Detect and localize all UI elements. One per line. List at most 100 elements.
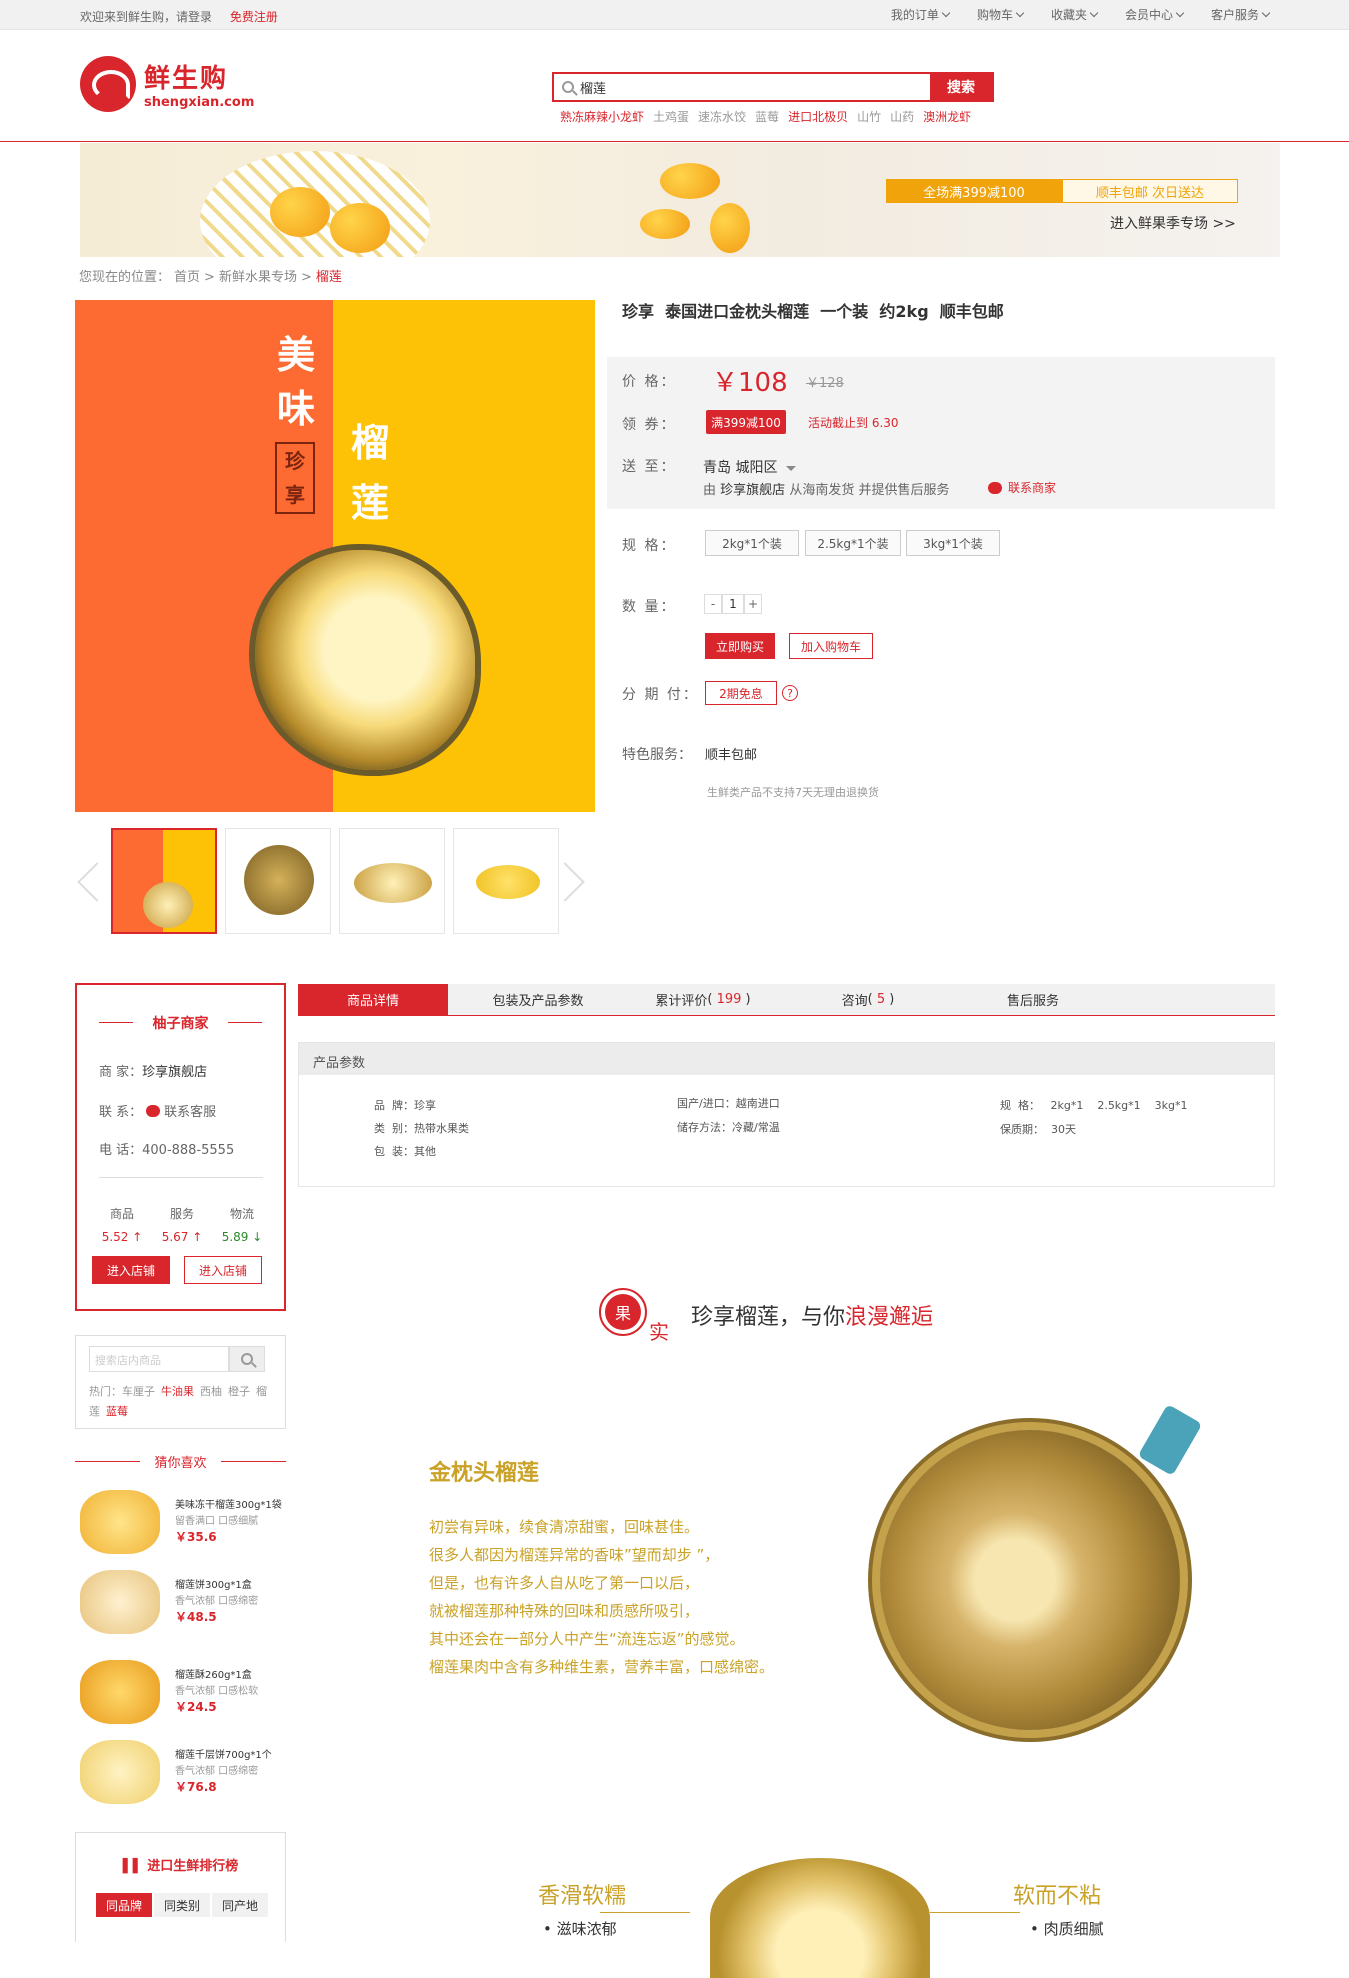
- site-logo[interactable]: 鲜生购 shengxian.com: [80, 56, 254, 112]
- chat-icon: [146, 1104, 161, 1117]
- hot-keyword[interactable]: 山药: [890, 108, 914, 125]
- store-search-input[interactable]: 搜索店内商品: [89, 1346, 229, 1372]
- increase-button[interactable]: +: [744, 594, 762, 614]
- coupon-badge[interactable]: 满399减100: [706, 410, 786, 434]
- add-to-cart-button[interactable]: 加入购物车: [789, 633, 873, 659]
- store-hot-keyword[interactable]: 西柚: [200, 1385, 222, 1398]
- breadcrumb-current: 榴莲: [315, 270, 342, 285]
- top-menu: 我的订单 购物车 收藏夹 会员中心 客户服务: [891, 6, 1271, 23]
- shop-contact-row[interactable]: 联 系： 联系客服: [99, 1101, 216, 1120]
- store-hot-keyword[interactable]: 车厘子: [122, 1385, 155, 1398]
- shop-title: 柚子商家: [77, 1013, 284, 1033]
- breadcrumb-label: 您现在的位置：: [79, 270, 171, 285]
- thumb-prev-arrow-icon[interactable]: [71, 850, 101, 910]
- hot-keyword[interactable]: 进口北极贝: [788, 108, 848, 125]
- banner-enter-link[interactable]: 进入鲜果季专场 >>: [1110, 213, 1236, 233]
- banner-shipping-tag: 顺丰包邮 次日送达: [1062, 179, 1238, 203]
- breadcrumb-home[interactable]: 首页: [174, 270, 200, 285]
- menu-my-orders[interactable]: 我的订单: [891, 6, 951, 23]
- promo-banner[interactable]: 全场满399减100 顺丰包邮 次日送达 进入鲜果季专场 >>: [80, 143, 1280, 257]
- menu-customer-service[interactable]: 客户服务: [1211, 6, 1271, 23]
- menu-member-center[interactable]: 会员中心: [1125, 6, 1185, 23]
- guess-item[interactable]: 榴莲饼300g*1盒 香气浓郁 口感绵密 ￥48.5: [80, 1570, 290, 1644]
- ship-to-select[interactable]: 青岛 城阳区: [703, 457, 796, 477]
- hot-keyword[interactable]: 速冻水饺: [698, 108, 746, 125]
- caret-down-icon: [785, 465, 796, 471]
- guess-you-like-title: 猜你喜欢: [75, 1452, 286, 1471]
- store-link[interactable]: 珍享旗舰店: [720, 483, 785, 498]
- image-char: 榴: [350, 421, 389, 465]
- enter-store-button[interactable]: 进入店铺: [92, 1256, 170, 1284]
- banner-promo-tag: 全场满399减100: [886, 179, 1062, 203]
- product-title: 珍享 泰国进口金枕头榴莲 一个装 约2kg 顺丰包邮: [622, 302, 1004, 321]
- tab-aftersale[interactable]: 售后服务: [958, 984, 1108, 1015]
- store-search-button[interactable]: [229, 1346, 265, 1372]
- price: ￥108: [712, 368, 788, 398]
- param-package: 包 装：其他: [374, 1145, 436, 1158]
- chevron-down-icon: [1089, 8, 1099, 18]
- buy-now-button[interactable]: 立即购买: [705, 633, 775, 659]
- quantity-value[interactable]: 1: [722, 594, 744, 614]
- register-link[interactable]: 免费注册: [230, 10, 278, 24]
- help-icon[interactable]: ?: [782, 685, 798, 701]
- hot-keyword[interactable]: 熟冻麻辣小龙虾: [560, 108, 644, 125]
- tab-details[interactable]: 商品详情: [298, 984, 448, 1015]
- search-bar: 榴莲 搜索: [552, 72, 994, 102]
- shop-name[interactable]: 珍享旗舰店: [142, 1065, 207, 1080]
- thumbnail-2[interactable]: [225, 828, 331, 934]
- param-brand: 品 牌：珍享: [374, 1099, 436, 1112]
- header: 鲜生购 shengxian.com 榴莲 搜索 熟冻麻辣小龙虾 土鸡蛋 速冻水饺 蓝莓…: [0, 30, 1349, 142]
- store-search-box: 搜索店内商品 热门：车厘子 牛油果 西柚 橙子 榴莲 蓝莓: [75, 1335, 286, 1429]
- installment-option[interactable]: 2期免息: [705, 681, 777, 705]
- rank-tab-origin[interactable]: 同产地: [212, 1893, 268, 1917]
- rank-tab-brand[interactable]: 同品牌: [96, 1893, 152, 1917]
- spec-option-1[interactable]: 2kg*1个装: [705, 530, 799, 556]
- welcome-text[interactable]: 欢迎来到鲜生购，请登录: [80, 10, 212, 24]
- shrimp-logo-icon: [80, 56, 136, 112]
- contact-seller-button[interactable]: 联系商家: [988, 479, 1056, 496]
- decrease-button[interactable]: -: [704, 594, 722, 614]
- hot-keyword[interactable]: 澳洲龙虾: [923, 108, 971, 125]
- tab-consult[interactable]: 咨询( 5 ): [793, 984, 943, 1015]
- spec-option-3[interactable]: 3kg*1个装: [906, 530, 1000, 556]
- menu-cart[interactable]: 购物车: [977, 6, 1025, 23]
- menu-favorites[interactable]: 收藏夹: [1051, 6, 1099, 23]
- params-title: 产品参数: [299, 1043, 1274, 1075]
- enter-store-button-outline[interactable]: 进入店铺: [184, 1256, 262, 1284]
- hot-keyword[interactable]: 山竹: [857, 108, 881, 125]
- breadcrumb-category[interactable]: 新鲜水果专场: [219, 270, 297, 285]
- guess-item[interactable]: 榴莲酥260g*1盒 香气浓郁 口感松软 ￥24.5: [80, 1660, 290, 1734]
- guess-item[interactable]: 榴莲千层饼700g*1个 香气浓郁 口感绵密 ￥76.8: [80, 1740, 290, 1814]
- store-hot-keyword[interactable]: 橙子: [228, 1385, 250, 1398]
- image-char: 味: [276, 387, 315, 431]
- guess-item[interactable]: 美味冻干榴莲300g*1袋 留香满口 口感细腻 ￥35.6: [80, 1490, 290, 1564]
- image-char: 莲: [350, 481, 389, 525]
- ship-label: 送 至：: [622, 459, 677, 475]
- param-storage: 储存方法：冷藏/常温: [677, 1121, 780, 1134]
- param-origin: 国产/进口：越南进口: [677, 1097, 780, 1110]
- quantity-stepper: - 1 +: [704, 594, 762, 614]
- hot-keyword[interactable]: 蓝莓: [755, 108, 779, 125]
- tab-params[interactable]: 包装及产品参数: [463, 984, 613, 1015]
- spec-option-2[interactable]: 2.5kg*1个装: [805, 530, 901, 556]
- thumb-next-arrow-icon[interactable]: [561, 850, 591, 910]
- product-thumb-image: [80, 1740, 160, 1804]
- hot-keyword[interactable]: 土鸡蛋: [653, 108, 689, 125]
- shop-phone: 电 话：400-888-5555: [99, 1143, 235, 1158]
- chevron-down-icon: [1015, 8, 1025, 18]
- chat-icon: [988, 481, 1002, 494]
- chevron-down-icon: [941, 8, 951, 18]
- store-hot-keyword[interactable]: 蓝莓: [106, 1405, 128, 1418]
- search-button[interactable]: 搜索: [930, 74, 992, 100]
- thumbnail-3[interactable]: [339, 828, 445, 934]
- thumbnail-4[interactable]: [453, 828, 559, 934]
- slogan-text: 珍享榴莲，与你浪漫邂逅: [691, 1305, 934, 1330]
- search-input[interactable]: 榴莲: [554, 74, 930, 100]
- rank-tab-category[interactable]: 同类别: [154, 1893, 210, 1917]
- yellow-tomato-image: [660, 163, 720, 199]
- detail-tabs: 商品详情 包装及产品参数 累计评价( 199 ) 咨询( 5 ) 售后服务: [298, 984, 1275, 1016]
- thumbnail-1[interactable]: [111, 828, 217, 934]
- tab-reviews[interactable]: 累计评价( 199 ): [628, 984, 778, 1015]
- price-label: 价 格：: [622, 374, 677, 390]
- store-hot-keyword[interactable]: 牛油果: [161, 1385, 194, 1398]
